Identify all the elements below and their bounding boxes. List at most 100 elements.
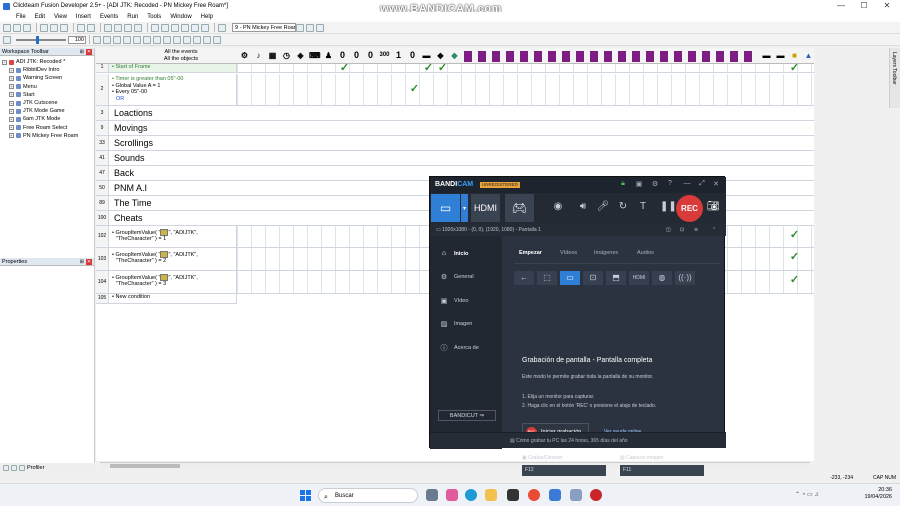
rectangle-mode-button[interactable]: ⬚ [537,271,557,285]
maximize-button[interactable]: ☐ [853,0,875,12]
counter-object[interactable]: 300 [379,50,390,61]
previous-frame-icon[interactable] [296,23,304,32]
nav-general[interactable]: ⚙ General [440,273,474,281]
app-icon[interactable] [549,489,561,501]
nav-acerca[interactable]: ⓘ Acerca de [440,343,479,353]
tree-item-frame[interactable]: +6am JTK Mode [2,115,94,123]
folder-icon[interactable]: ▣ [634,180,644,188]
game-button[interactable]: ◍ [652,271,672,285]
active-object-icon[interactable]: ◆ [435,50,446,61]
bandicam-icon[interactable] [590,489,602,501]
frame-select[interactable]: 9 - PN Mickey Free Roam [232,23,296,32]
tab-empezar[interactable]: Empezar [519,250,542,256]
workspace-tab-icon[interactable] [3,465,9,471]
picture-editor-icon[interactable] [201,23,209,32]
nav-video[interactable]: ▣ Vídeo [440,297,469,305]
data-elements-icon[interactable] [191,23,199,32]
counter-object[interactable]: 1 [393,50,404,61]
active-object-column[interactable] [688,51,696,62]
chrome-icon[interactable] [528,489,540,501]
menu-help[interactable]: Help [201,14,213,20]
action-check-icon[interactable]: ✓ [789,252,800,263]
active-object-icon[interactable]: ▲ [803,50,814,61]
window-icon[interactable]: ⊡ [680,224,684,236]
active-object-column[interactable] [632,51,640,62]
expand-icon[interactable]: + [9,100,14,106]
active-object-column[interactable] [520,51,528,62]
menu-events[interactable]: Events [100,14,118,20]
action-check-icon[interactable]: ✓ [789,230,800,241]
nav-imagen[interactable]: ▨ Imagen [440,320,473,328]
frame-end-icon[interactable] [316,23,324,32]
text-overlay-icon[interactable]: T [636,201,650,212]
expand-icon[interactable] [203,35,211,44]
system-tray-icons[interactable]: ⌃ ◔ ▭ ♫ [795,491,819,498]
minimize-icon[interactable]: — [682,180,692,187]
mouse-effect-icon[interactable]: ↻ [616,201,630,212]
rec-button[interactable]: REC [676,195,703,222]
zoom-value[interactable]: 100 [68,35,86,44]
expand-icon[interactable]: + [9,133,14,139]
tree-root[interactable]: − ADI JTK: Recoded * [2,58,94,66]
event-editor-icon[interactable] [171,23,179,32]
tree-item-frame[interactable]: + Warning Screen [2,74,94,82]
menu-view[interactable]: View [54,14,67,20]
tree-item-frame[interactable]: + JTK Cutscene [2,99,94,107]
tree-item-frame[interactable]: + RibbitDev Intro [2,66,94,74]
filter-icon[interactable] [193,35,201,44]
event-group-row[interactable]: 3 Loactions [96,106,814,121]
audio-wave-icon[interactable]: ≋ [694,224,698,236]
expand-icon[interactable]: + [9,108,14,114]
layers-toolbar[interactable]: Layers Toolbar [889,48,900,108]
lock-icon[interactable]: 🔒︎ [618,180,628,188]
paste-icon[interactable] [60,23,68,32]
expand-icon[interactable]: + [9,116,14,122]
file-explorer-icon[interactable] [485,489,497,501]
collapse-up-icon[interactable]: ⌃ [712,224,716,236]
active-object-column[interactable] [576,51,584,62]
counter-object[interactable]: 0 [365,50,376,61]
active-object-column[interactable] [716,51,724,62]
redo-icon[interactable] [87,23,95,32]
snap-icon[interactable] [103,35,111,44]
webcam-off-icon[interactable]: ◉ [551,201,565,212]
pin-icon[interactable]: ⊞ [80,48,84,56]
active-object-column[interactable] [506,51,514,62]
action-check-icon[interactable]: ✓ [339,63,350,74]
event-row[interactable]: 2 • Timer is greater than 05"-00 • Globa… [96,74,814,106]
store-icon[interactable] [507,489,519,501]
action-check-icon[interactable]: ✓ [423,63,434,74]
tree-item-frame[interactable]: + PN Mickey Free Roam [2,132,94,140]
mode-dropdown-button[interactable]: ▾ [461,194,468,222]
expand-icon[interactable]: + [9,75,14,81]
active-object-column[interactable] [618,51,626,62]
action-check-icon[interactable]: ✓ [789,63,800,74]
active-object-icon[interactable]: ▬ [761,50,772,61]
align-icon[interactable] [123,35,131,44]
task-view-icon[interactable] [426,489,438,501]
active-object-column[interactable] [562,51,570,62]
expand-icon[interactable]: + [9,92,14,98]
microphone-icon[interactable]: 🎤︎ [596,201,610,212]
audio-only-button[interactable]: ((·)) [675,271,695,285]
menu-insert[interactable]: Insert [76,14,91,20]
tree-item-frame[interactable]: + Menu [2,83,94,91]
close-icon[interactable]: ✕ [711,180,721,188]
group-icon[interactable] [143,35,151,44]
active-object-column[interactable] [660,51,668,62]
active-object-column[interactable] [534,51,542,62]
active-object-icon[interactable]: ◆ [449,50,460,61]
event-group-row[interactable]: 41 Sounds [96,151,814,166]
active-object-icon[interactable]: ▬ [775,50,786,61]
stop-icon[interactable] [114,23,122,32]
settings-icon[interactable]: ⚙ [650,180,660,188]
game-mode-button[interactable]: 🎮︎ [505,194,534,222]
cut-icon[interactable] [40,23,48,32]
device-button[interactable]: HDMI [629,271,649,285]
close-button[interactable]: ✕ [876,0,898,12]
active-object-column[interactable] [730,51,738,62]
event-group-row[interactable]: 9 Movings [96,121,814,136]
tab-imagenes[interactable]: Imágenes [594,250,618,256]
event-group-row[interactable]: 33 Scrollings [96,136,814,151]
insert-event-icon[interactable] [153,35,161,44]
